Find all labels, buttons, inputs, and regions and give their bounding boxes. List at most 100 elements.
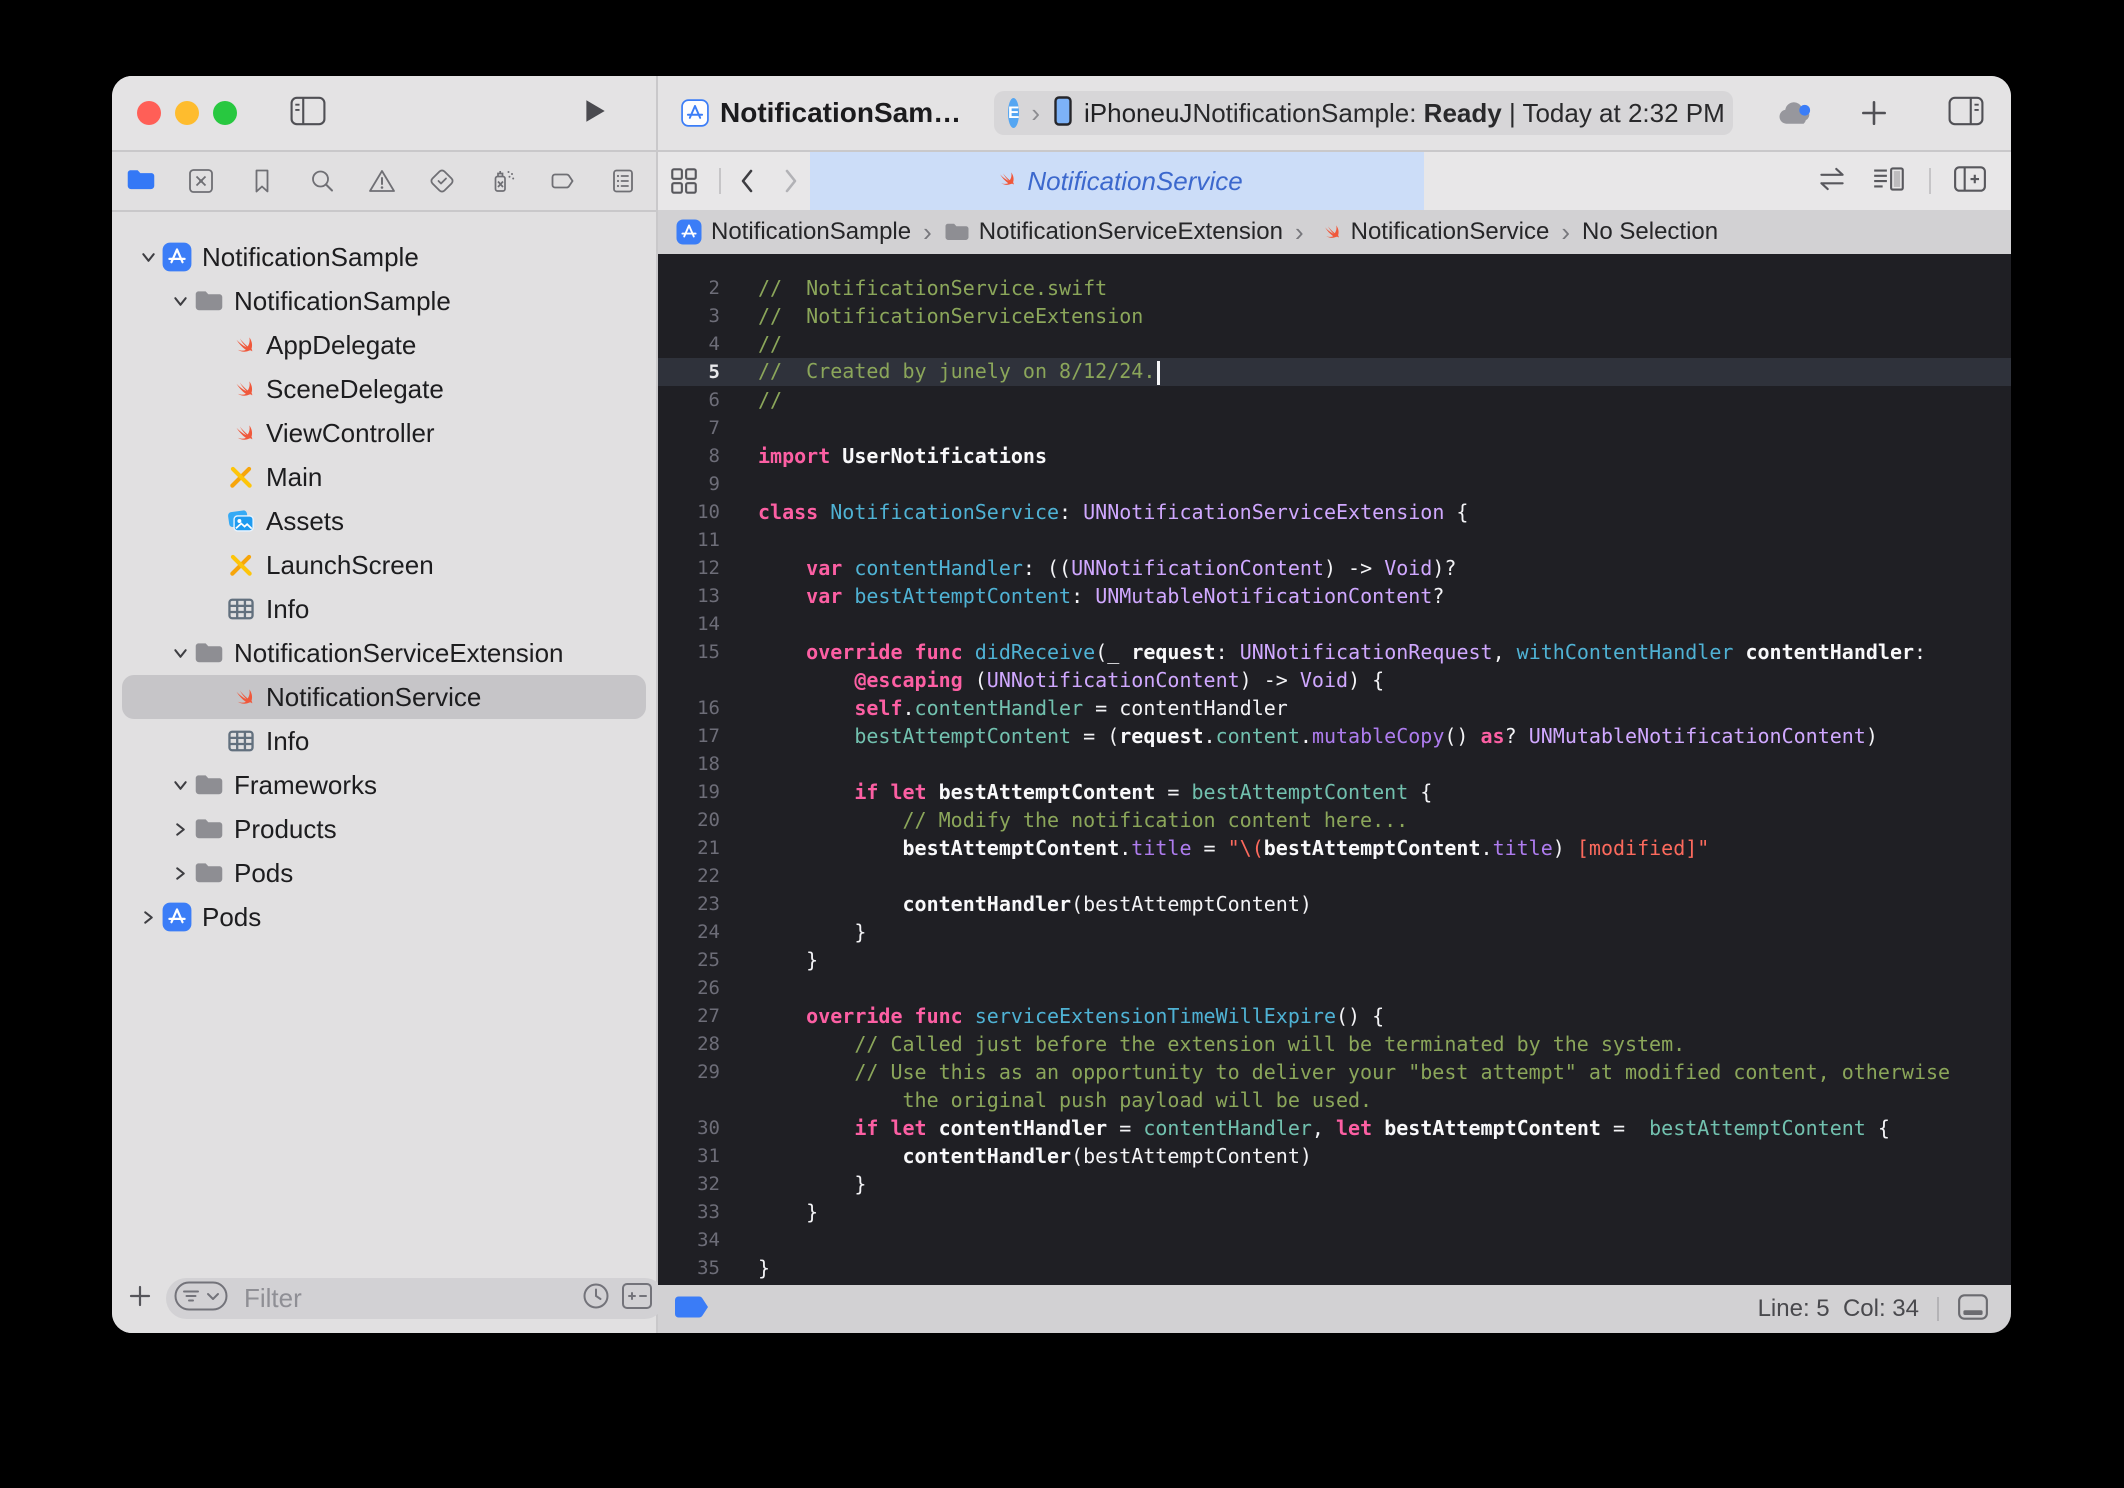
sidebar-item-assets[interactable]: Assets <box>122 499 646 543</box>
code-text[interactable]: } <box>736 1172 866 1196</box>
run-button[interactable] <box>582 97 608 130</box>
code-text[interactable]: class NotificationService: UNNotificatio… <box>736 500 1468 524</box>
line-number[interactable]: 26 <box>658 977 736 999</box>
tests-icon[interactable] <box>425 164 459 198</box>
code-text[interactable]: // Use this as an opportunity to deliver… <box>736 1060 1950 1084</box>
scheme-target-badge[interactable]: E <box>1008 98 1019 128</box>
code-text[interactable]: } <box>736 948 818 972</box>
line-number[interactable]: 6 <box>658 389 736 411</box>
sidebar-item-info[interactable]: Info <box>122 719 646 763</box>
line-number[interactable]: 20 <box>658 809 736 831</box>
code-text[interactable]: bestAttemptContent.title = "\(bestAttemp… <box>736 836 1709 860</box>
code-text[interactable]: // <box>736 388 782 412</box>
scheme-and-activity[interactable]: E › iPhoneuJ NotificationSample: Ready |… <box>994 91 1733 135</box>
cloud-status-icon[interactable] <box>1775 100 1815 133</box>
line-number[interactable]: 9 <box>658 473 736 495</box>
sidebar-item-appdelegate[interactable]: AppDelegate <box>122 323 646 367</box>
disclosure-chevron-icon[interactable] <box>166 646 194 661</box>
code-text[interactable]: import UserNotifications <box>736 444 1047 468</box>
code-text[interactable]: @escaping (UNNotificationContent) -> Voi… <box>736 668 1384 692</box>
code-text[interactable]: bestAttemptContent = (request.content.mu… <box>736 724 1878 748</box>
disclosure-chevron-icon[interactable] <box>134 250 162 265</box>
code-text[interactable]: // NotificationServiceExtension <box>736 304 1143 328</box>
disclosure-chevron-icon[interactable] <box>134 910 162 925</box>
line-number[interactable]: 29 <box>658 1061 736 1083</box>
line-number[interactable]: 34 <box>658 1229 736 1251</box>
code-text[interactable]: contentHandler(bestAttemptContent) <box>736 1144 1312 1168</box>
sidebar-item-pods[interactable]: Pods <box>122 895 646 939</box>
breadcrumb-item[interactable]: No Selection <box>1582 218 1718 246</box>
line-number[interactable]: 15 <box>658 641 736 663</box>
code-text[interactable]: var contentHandler: ((UNNotificationCont… <box>736 556 1456 580</box>
breakpoint-toggle-icon[interactable] <box>672 1294 712 1325</box>
code-text[interactable]: // NotificationService.swift <box>736 276 1107 300</box>
code-text[interactable]: override func didReceive(_ request: UNNo… <box>736 640 1926 664</box>
sidebar-item-notificationserviceextension[interactable]: NotificationServiceExtension <box>122 631 646 675</box>
sidebar-toggle-icon[interactable] <box>290 96 326 131</box>
sidebar-item-notificationsample[interactable]: NotificationSample <box>122 235 646 279</box>
code-text[interactable]: // Modify the notification content here.… <box>736 808 1408 832</box>
source-code-editor[interactable]: 2// NotificationService.swift3// Notific… <box>658 254 2011 1285</box>
issues-icon[interactable] <box>365 164 399 198</box>
code-text[interactable]: // <box>736 332 782 356</box>
sidebar-item-scenedelegate[interactable]: SceneDelegate <box>122 367 646 411</box>
line-number[interactable]: 4 <box>658 333 736 355</box>
line-number[interactable]: 32 <box>658 1173 736 1195</box>
debug-icon[interactable] <box>486 164 520 198</box>
code-text[interactable]: self.contentHandler = contentHandler <box>736 696 1288 720</box>
find-icon[interactable] <box>305 164 339 198</box>
line-number[interactable]: 5 <box>658 361 736 383</box>
code-text[interactable]: // Called just before the extension will… <box>736 1032 1685 1056</box>
line-number[interactable]: 22 <box>658 865 736 887</box>
scheme-device-label[interactable]: iPhoneuJ <box>1084 98 1192 129</box>
line-number[interactable]: 24 <box>658 921 736 943</box>
line-number[interactable]: 13 <box>658 585 736 607</box>
line-number[interactable]: 3 <box>658 305 736 327</box>
inspector-toggle-icon[interactable] <box>1948 96 1984 131</box>
add-button[interactable] <box>1859 98 1889 133</box>
tab-notificationservice[interactable]: NotificationService <box>810 152 1424 210</box>
code-text[interactable]: // Created by junely on 8/12/24. <box>736 359 1160 385</box>
zoom-window-button[interactable] <box>213 101 237 125</box>
line-number[interactable]: 28 <box>658 1033 736 1055</box>
filter-input[interactable] <box>242 1282 581 1315</box>
line-number[interactable]: 30 <box>658 1117 736 1139</box>
line-number[interactable]: 16 <box>658 697 736 719</box>
line-number[interactable]: 7 <box>658 417 736 439</box>
jump-bar[interactable]: NotificationSample›NotificationServiceEx… <box>658 210 2011 254</box>
line-number[interactable]: 14 <box>658 613 736 635</box>
sidebar-item-launchscreen[interactable]: LaunchScreen <box>122 543 646 587</box>
bookmarks-icon[interactable] <box>245 164 279 198</box>
sidebar-item-info[interactable]: Info <box>122 587 646 631</box>
editor-only-mode-icon[interactable] <box>1957 1293 1989 1326</box>
forward-chevron-icon[interactable] <box>781 166 801 201</box>
line-number[interactable]: 35 <box>658 1257 736 1279</box>
line-number[interactable]: 33 <box>658 1201 736 1223</box>
disclosure-chevron-icon[interactable] <box>166 866 194 881</box>
line-number[interactable]: 10 <box>658 501 736 523</box>
code-review-swap-icon[interactable] <box>1815 165 1849 198</box>
line-number[interactable]: 8 <box>658 445 736 467</box>
line-number[interactable]: 11 <box>658 529 736 551</box>
filter-field[interactable] <box>166 1278 665 1319</box>
breadcrumb-item[interactable]: NotificationService <box>1351 218 1550 246</box>
line-number[interactable]: 2 <box>658 277 736 299</box>
source-control-status-filter-icon[interactable] <box>621 1282 653 1315</box>
back-chevron-icon[interactable] <box>737 166 757 201</box>
code-text[interactable]: the original push payload will be used. <box>736 1088 1372 1112</box>
add-editor-icon[interactable] <box>1953 164 1987 199</box>
editor-layout-grid-icon[interactable] <box>668 165 700 202</box>
line-number[interactable]: 31 <box>658 1145 736 1167</box>
code-text[interactable]: } <box>736 920 866 944</box>
filter-funnel-icon[interactable] <box>174 1281 228 1316</box>
breadcrumb-item[interactable]: NotificationServiceExtension <box>979 218 1283 246</box>
code-text[interactable]: } <box>736 1256 770 1280</box>
line-number[interactable]: 27 <box>658 1005 736 1027</box>
line-number[interactable]: 23 <box>658 893 736 915</box>
disclosure-chevron-icon[interactable] <box>166 822 194 837</box>
line-number[interactable]: 17 <box>658 725 736 747</box>
sidebar-item-notificationservice[interactable]: NotificationService <box>122 675 646 719</box>
reports-icon[interactable] <box>606 164 640 198</box>
line-number[interactable]: 25 <box>658 949 736 971</box>
breakpoints-icon[interactable] <box>546 164 580 198</box>
